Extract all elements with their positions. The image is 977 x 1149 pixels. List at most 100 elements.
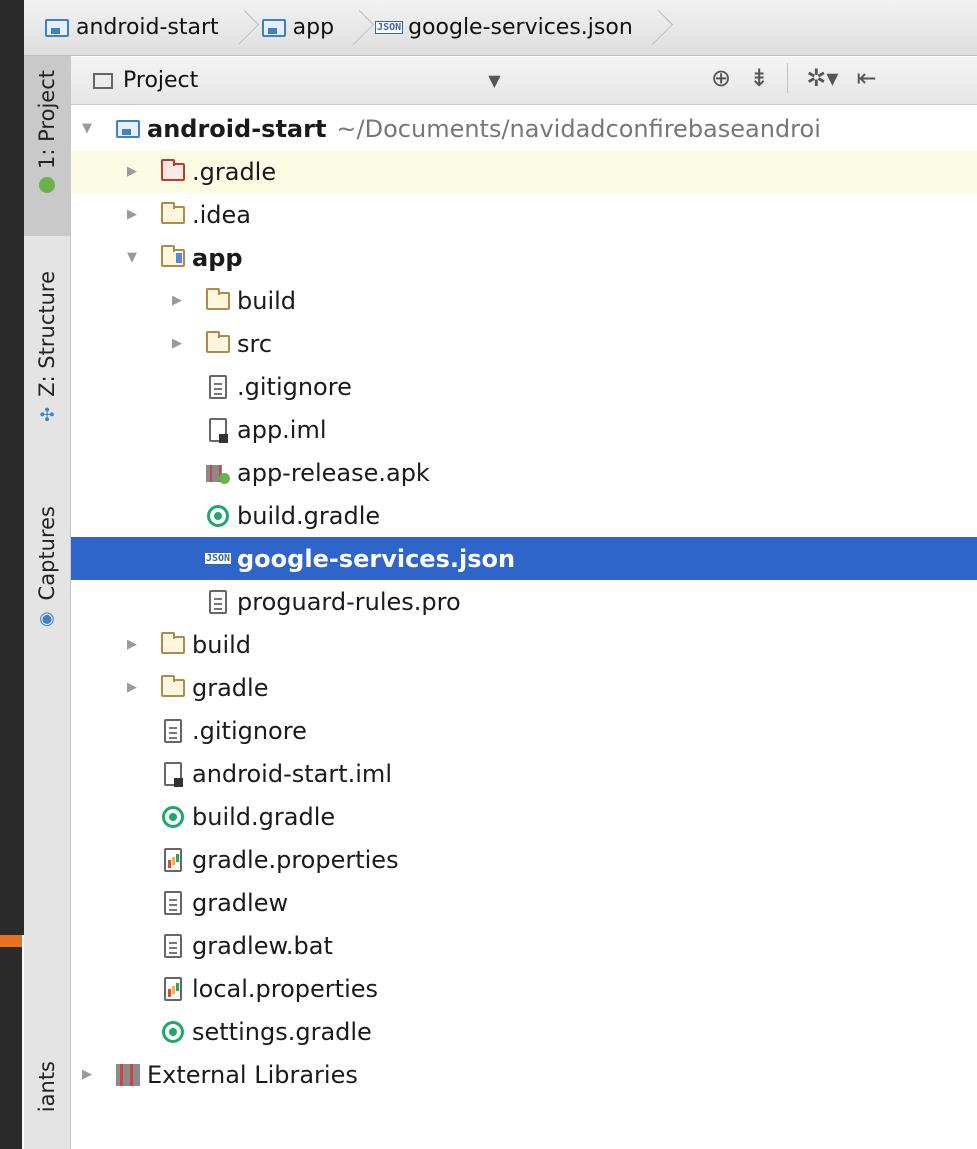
tree-item-label: android-start (147, 114, 327, 143)
tree-item-external-libraries[interactable]: ▶ External Libraries (71, 1053, 977, 1096)
tree-item-label: proguard-rules.pro (237, 587, 461, 616)
tree-item-gradlew[interactable]: gradlew (71, 881, 977, 924)
tree-item-label: build (237, 286, 297, 315)
breadcrumb-separator (233, 8, 247, 48)
tree-item-label: .idea (192, 200, 252, 229)
project-view-selector[interactable]: Project (123, 68, 198, 93)
tree-item-label: gradle.properties (192, 845, 399, 874)
tree-item-local-properties[interactable]: local.properties (71, 967, 977, 1010)
tab-build-variants[interactable]: iants (24, 1061, 70, 1112)
collapsed-arrow-icon[interactable]: ▶ (124, 207, 140, 222)
tree-item-label: gradlew (192, 888, 289, 917)
project-view-toolbar: ⊕ ⇟ ✲▾ ⇤ (711, 63, 876, 93)
project-folder-icon (113, 116, 143, 142)
tree-item-proguard[interactable]: proguard-rules.pro (71, 580, 977, 623)
folder-icon (203, 287, 233, 314)
text-file-icon (203, 589, 233, 615)
breadcrumb-separator (647, 8, 661, 48)
tree-item-label: android-start.iml (192, 759, 392, 788)
excluded-folder-icon (158, 158, 188, 185)
collapsed-arrow-icon[interactable]: ▶ (124, 680, 140, 695)
tree-item-label: local.properties (192, 974, 379, 1003)
breadcrumb-item-file[interactable]: JSON google-services.json (374, 0, 647, 56)
tree-item-label: gradlew.bat (192, 931, 333, 960)
properties-file-icon (158, 847, 188, 873)
tree-item-src[interactable]: ▶ src (71, 322, 977, 365)
tree-item-root[interactable]: ▼ android-start ~/Documents/navidadconfi… (71, 107, 977, 150)
text-file-icon (158, 933, 188, 959)
chevron-down-icon[interactable]: ▼ (488, 71, 500, 90)
folder-icon (158, 674, 188, 701)
breadcrumb-separator (348, 8, 362, 48)
folder-icon (158, 631, 188, 658)
tree-item-settings-gradle[interactable]: settings.gradle (71, 1010, 977, 1053)
project-view-icon (93, 72, 113, 89)
properties-file-icon (158, 976, 188, 1002)
collapsed-arrow-icon[interactable]: ▶ (124, 164, 140, 179)
tree-item-app[interactable]: ▼ app (71, 236, 977, 279)
json-file-icon: JSON (375, 21, 404, 34)
tree-item-apk[interactable]: app-release.apk (71, 451, 977, 494)
hide-panel-icon[interactable]: ⇤ (856, 64, 876, 92)
breadcrumb-label: google-services.json (408, 15, 633, 40)
tree-item-label: google-services.json (237, 544, 516, 573)
tree-item-app-build-gradle[interactable]: build.gradle (71, 494, 977, 537)
expanded-arrow-icon[interactable]: ▼ (124, 250, 140, 265)
collapsed-arrow-icon[interactable]: ▶ (169, 336, 185, 351)
ide-window: android-start app JSON google-services.j… (24, 0, 977, 1149)
tab-structure[interactable]: Z: Structure ✣ (24, 271, 70, 426)
tree-item-app-gitignore[interactable]: .gitignore (71, 365, 977, 408)
tree-item-google-services-json[interactable]: JSON google-services.json (71, 537, 977, 580)
gear-icon[interactable]: ✲▾ (806, 64, 838, 92)
camera-icon: ◉ (39, 608, 55, 630)
collapse-all-icon[interactable]: ⇟ (749, 64, 769, 92)
tree-item-label: build.gradle (192, 802, 336, 831)
tree-item-label: build.gradle (237, 501, 381, 530)
tree-item-label: .gitignore (237, 372, 352, 401)
tree-item-label: settings.gradle (192, 1017, 372, 1046)
gradle-icon (158, 804, 188, 830)
project-folder-icon (42, 15, 72, 41)
apk-icon (203, 460, 233, 486)
breadcrumb-item-app[interactable]: app (259, 0, 348, 56)
collapsed-arrow-icon[interactable]: ▶ (79, 1067, 95, 1082)
tab-project-label: 1: Project (35, 70, 59, 169)
tab-build-variants-label: iants (35, 1061, 59, 1113)
tree-item-gradle-folder[interactable]: ▶ gradle (71, 666, 977, 709)
folder-icon (203, 330, 233, 357)
tree-item-label: app-release.apk (237, 458, 430, 487)
module-file-icon (158, 761, 188, 787)
tree-item-dot-gradle[interactable]: ▶ .gradle (71, 150, 977, 193)
project-path: ~/Documents/navidadconfirebaseandroi (336, 114, 821, 143)
tree-item-idea[interactable]: ▶ .idea (71, 193, 977, 236)
tree-item-app-iml[interactable]: app.iml (71, 408, 977, 451)
collapsed-arrow-icon[interactable]: ▶ (124, 637, 140, 652)
expanded-arrow-icon[interactable]: ▼ (79, 121, 95, 136)
tree-item-gitignore[interactable]: .gitignore (71, 709, 977, 752)
json-file-icon: JSON (203, 552, 233, 565)
tool-window-strip: 1: Project Z: Structure ✣ Captures ◉ ian… (24, 56, 71, 1149)
tab-project[interactable]: 1: Project (24, 56, 70, 236)
tree-item-build[interactable]: ▶ build (71, 623, 977, 666)
slide-accent-bar (0, 935, 22, 947)
tree-item-gradle-properties[interactable]: gradle.properties (71, 838, 977, 881)
module-folder-icon (158, 244, 188, 271)
breadcrumb: android-start app JSON google-services.j… (24, 0, 977, 56)
tree-item-gradlew-bat[interactable]: gradlew.bat (71, 924, 977, 967)
scroll-from-source-icon[interactable]: ⊕ (711, 64, 731, 92)
breadcrumb-item-project[interactable]: android-start (42, 0, 233, 56)
tree-item-label: External Libraries (147, 1060, 358, 1089)
breadcrumb-label: app (292, 15, 335, 40)
tree-item-build-gradle[interactable]: build.gradle (71, 795, 977, 838)
tree-item-app-build[interactable]: ▶ build (71, 279, 977, 322)
tree-item-label: app.iml (237, 415, 327, 444)
tree-item-label: .gradle (192, 157, 277, 186)
tab-captures[interactable]: Captures ◉ (24, 506, 70, 629)
project-view-header: Project ▼ ⊕ ⇟ ✲▾ ⇤ (71, 57, 977, 105)
tree-item-label: build (192, 630, 252, 659)
collapsed-arrow-icon[interactable]: ▶ (169, 293, 185, 308)
tree-item-root-iml[interactable]: android-start.iml (71, 752, 977, 795)
text-file-icon (158, 890, 188, 916)
folder-icon (158, 201, 188, 228)
text-file-icon (203, 374, 233, 400)
